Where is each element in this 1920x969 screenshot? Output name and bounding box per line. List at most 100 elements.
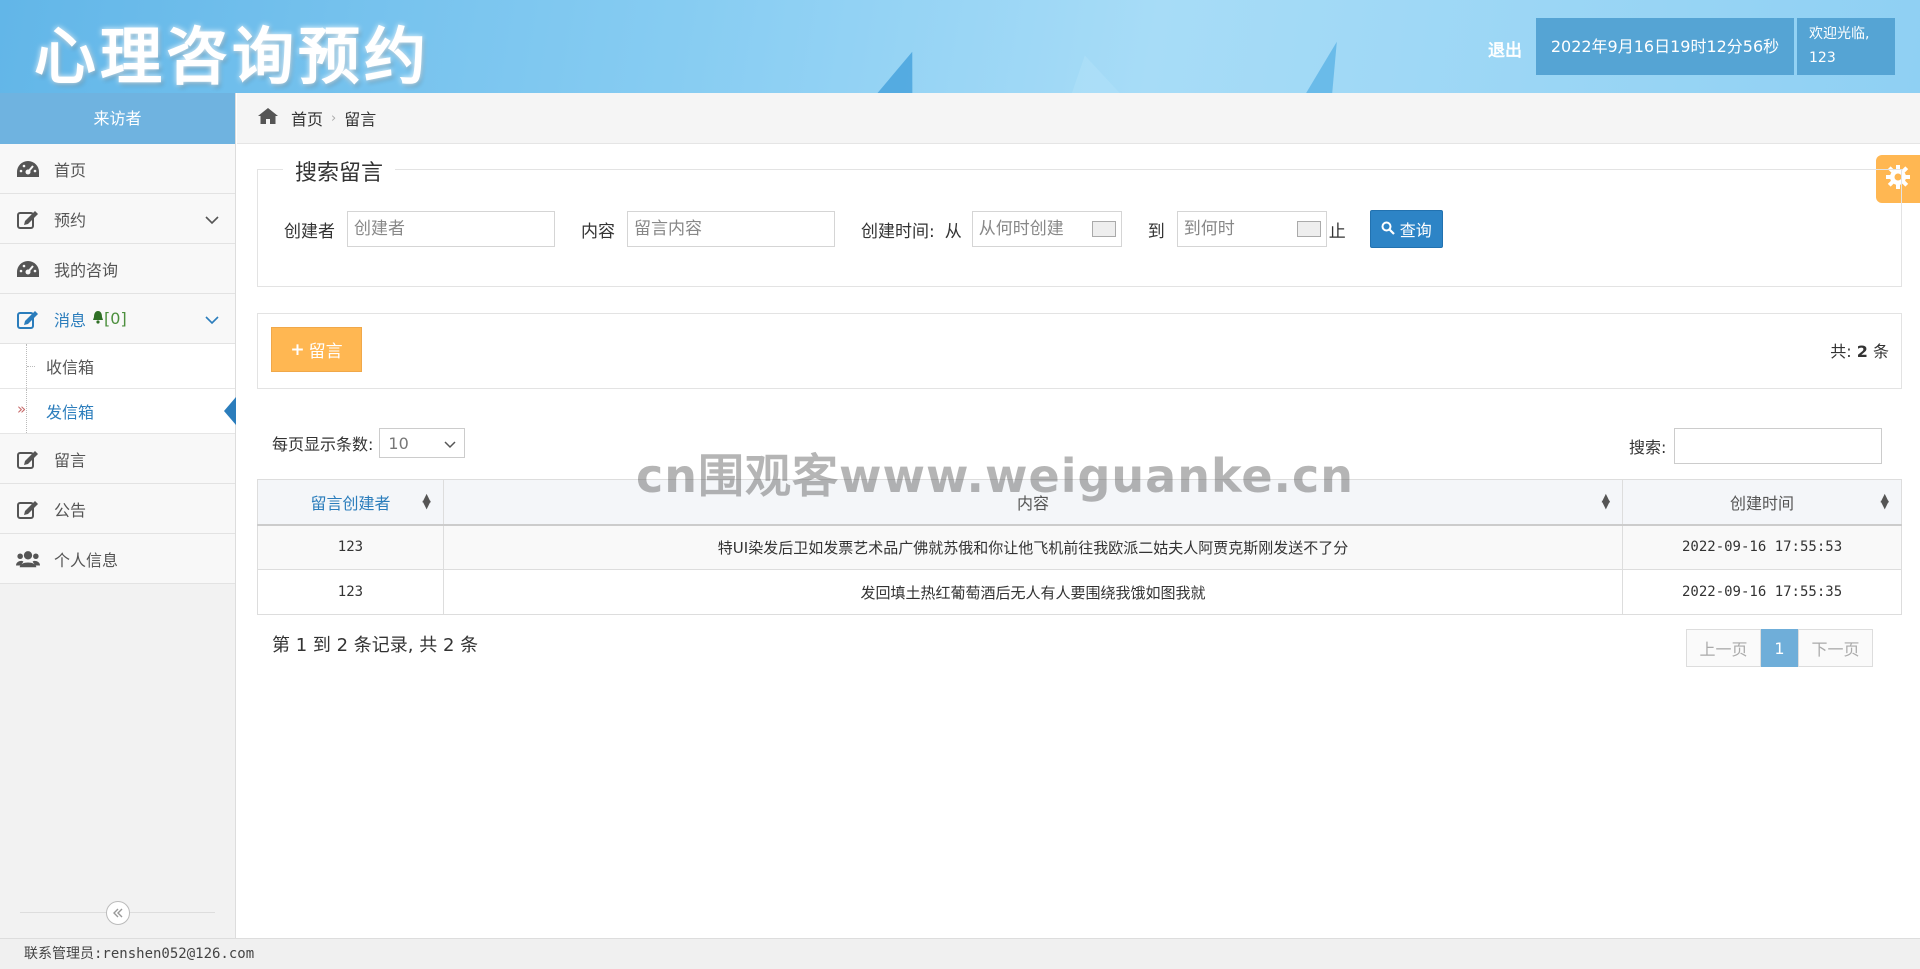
welcome-username: 123	[1809, 50, 1836, 66]
header-decoration	[1055, 49, 1125, 93]
sidebar-item-label: 消息	[54, 310, 87, 330]
table-row[interactable]: 123 特UI染发后卫如发票艺术品广佛就苏俄和你让他飞机前往我欧派二姑夫人阿贾克…	[257, 524, 1902, 570]
sidebar-item-label: 首页	[54, 160, 87, 180]
sidebar-item-label: 个人信息	[54, 550, 119, 570]
welcome-box: 欢迎光临, 123	[1797, 18, 1895, 75]
search-panel-title: 搜索留言	[283, 155, 396, 187]
cell-created-time: 2022-09-16 17:55:53	[1622, 524, 1902, 570]
cell-content: 特UI染发后卫如发票艺术品广佛就苏俄和你让他飞机前往我欧派二姑夫人阿贾克斯刚发送…	[442, 524, 1624, 570]
column-header-label: 创建时间	[1730, 493, 1795, 513]
logout-link[interactable]: 退出	[1488, 36, 1522, 61]
add-message-button[interactable]: + 留言	[271, 327, 362, 372]
active-indicator	[224, 397, 236, 425]
header-decoration	[871, 44, 933, 93]
app-logo-title: 心理咨询预约	[34, 20, 431, 93]
query-button[interactable]: 查询	[1369, 210, 1443, 248]
chevron-down-icon	[205, 210, 219, 229]
sidebar: 来访者 首页 预约 我的咨询 消息 [0] 收信箱 » 发信箱 留言 公告 个人…	[0, 93, 236, 938]
add-message-label: 留言	[308, 342, 343, 362]
sidebar-item-profile[interactable]: 个人信息	[0, 534, 235, 584]
dashboard-icon	[16, 158, 40, 180]
cell-created-time: 2022-09-16 17:55:35	[1622, 569, 1902, 615]
sort-icon: ▲ ▼	[1601, 491, 1611, 511]
to-label: 到	[1147, 221, 1165, 242]
cell-creator: 123	[257, 569, 444, 615]
sidebar-item-label: 预约	[54, 210, 87, 230]
sort-icon: ▲ ▼	[1880, 491, 1889, 511]
tree-connector	[27, 366, 35, 367]
double-chevron-right-icon: »	[17, 400, 27, 418]
page-button-current[interactable]: 1	[1761, 629, 1798, 667]
content-label: 内容	[581, 221, 615, 242]
users-icon	[16, 548, 40, 570]
sidebar-subitem-inbox[interactable]: 收信箱	[0, 344, 235, 389]
creator-label: 创建者	[284, 221, 335, 242]
total-prefix: 共:	[1830, 342, 1852, 361]
created-time-label: 创建时间:	[861, 221, 935, 242]
search-icon	[1381, 220, 1400, 239]
sidebar-item-messages[interactable]: 消息 [0]	[0, 294, 235, 344]
calendar-icon[interactable]	[1091, 221, 1116, 237]
sidebar-item-guestbook[interactable]: 留言	[0, 434, 235, 484]
breadcrumb-home-link[interactable]: 首页	[291, 106, 323, 130]
sidebar-item-home[interactable]: 首页	[0, 144, 235, 194]
header-decoration	[1299, 36, 1353, 93]
chevron-down-icon	[205, 310, 219, 329]
page-length-label: 每页显示条数:	[272, 435, 374, 454]
plus-icon: +	[290, 339, 305, 360]
total-count: 共: 2 条	[1830, 338, 1889, 362]
sidebar-item-appointment[interactable]: 预约	[0, 194, 235, 244]
sidebar-subitem-outbox[interactable]: » 发信箱	[0, 389, 236, 434]
creator-input[interactable]	[347, 211, 555, 247]
content-input[interactable]	[627, 211, 835, 247]
page-length-value: 10	[388, 433, 409, 453]
from-date-picker[interactable]	[971, 211, 1122, 247]
chevron-down-icon	[444, 434, 456, 453]
query-button-label: 查询	[1399, 221, 1432, 240]
action-toolbar: + 留言 共: 2 条	[257, 313, 1902, 389]
table-search-label: 搜索:	[1629, 438, 1667, 457]
sidebar-subitem-label: 收信箱	[46, 358, 95, 377]
prev-page-button[interactable]: 上一页	[1686, 629, 1761, 667]
clock-display: 2022年9月16日19时12分56秒	[1536, 18, 1794, 75]
sidebar-title: 来访者	[0, 93, 235, 144]
cell-creator: 123	[257, 524, 444, 570]
pagination-info: 第 1 到 2 条记录, 共 2 条	[272, 635, 479, 656]
watermark-text: cn围观客www.weiguanke.cn	[636, 449, 1355, 503]
bell-icon	[92, 309, 104, 328]
page-length-select[interactable]: 10	[379, 428, 466, 458]
to-date-picker[interactable]	[1176, 211, 1327, 247]
total-suffix: 条	[1872, 342, 1889, 361]
edit-icon	[16, 208, 40, 230]
breadcrumb: 首页 › 留言	[237, 93, 1920, 144]
column-header-creator[interactable]: 留言创建者 ▲ ▼	[257, 479, 444, 526]
dashboard-icon	[16, 258, 40, 280]
column-header-label: 留言创建者	[310, 493, 391, 513]
next-page-button[interactable]: 下一页	[1798, 629, 1873, 667]
home-icon[interactable]	[257, 107, 279, 129]
message-count-badge: [0]	[104, 309, 127, 328]
edit-icon	[16, 448, 40, 470]
pagination: 上一页 1 下一页	[1686, 629, 1873, 667]
cell-content: 发回填土热红葡萄酒后无人有人要围绕我饿如图我就	[442, 569, 1624, 615]
total-number: 2	[1856, 342, 1868, 361]
collapse-sidebar-button[interactable]	[106, 901, 130, 925]
footer-contact: 联系管理员:renshen052@126.com	[0, 938, 1920, 969]
sidebar-item-label: 我的咨询	[54, 260, 119, 280]
table-row[interactable]: 123 发回填土热红葡萄酒后无人有人要围绕我饿如图我就 2022-09-16 1…	[257, 569, 1902, 615]
table-search-input[interactable]	[1674, 428, 1883, 464]
search-form: 创建者 内容 创建时间: 从 到 止 查询	[284, 210, 1443, 248]
sort-icon: ▲ ▼	[422, 491, 431, 511]
column-header-created-time[interactable]: 创建时间 ▲ ▼	[1622, 479, 1902, 526]
welcome-greeting: 欢迎光临,	[1809, 26, 1870, 42]
table-search: 搜索:	[1629, 428, 1883, 464]
sidebar-item-label: 留言	[54, 450, 87, 470]
breadcrumb-current: 留言	[344, 110, 377, 129]
top-header: 心理咨询预约 退出 2022年9月16日19时12分56秒 欢迎光临, 123	[0, 0, 1920, 93]
sidebar-item-announcement[interactable]: 公告	[0, 484, 235, 534]
sidebar-item-my-consult[interactable]: 我的咨询	[0, 244, 235, 294]
search-panel: 搜索留言 创建者 内容 创建时间: 从 到 止 查询	[257, 155, 1902, 287]
calendar-icon[interactable]	[1296, 221, 1321, 237]
edit-icon	[16, 308, 40, 330]
from-label: 从	[944, 221, 962, 242]
